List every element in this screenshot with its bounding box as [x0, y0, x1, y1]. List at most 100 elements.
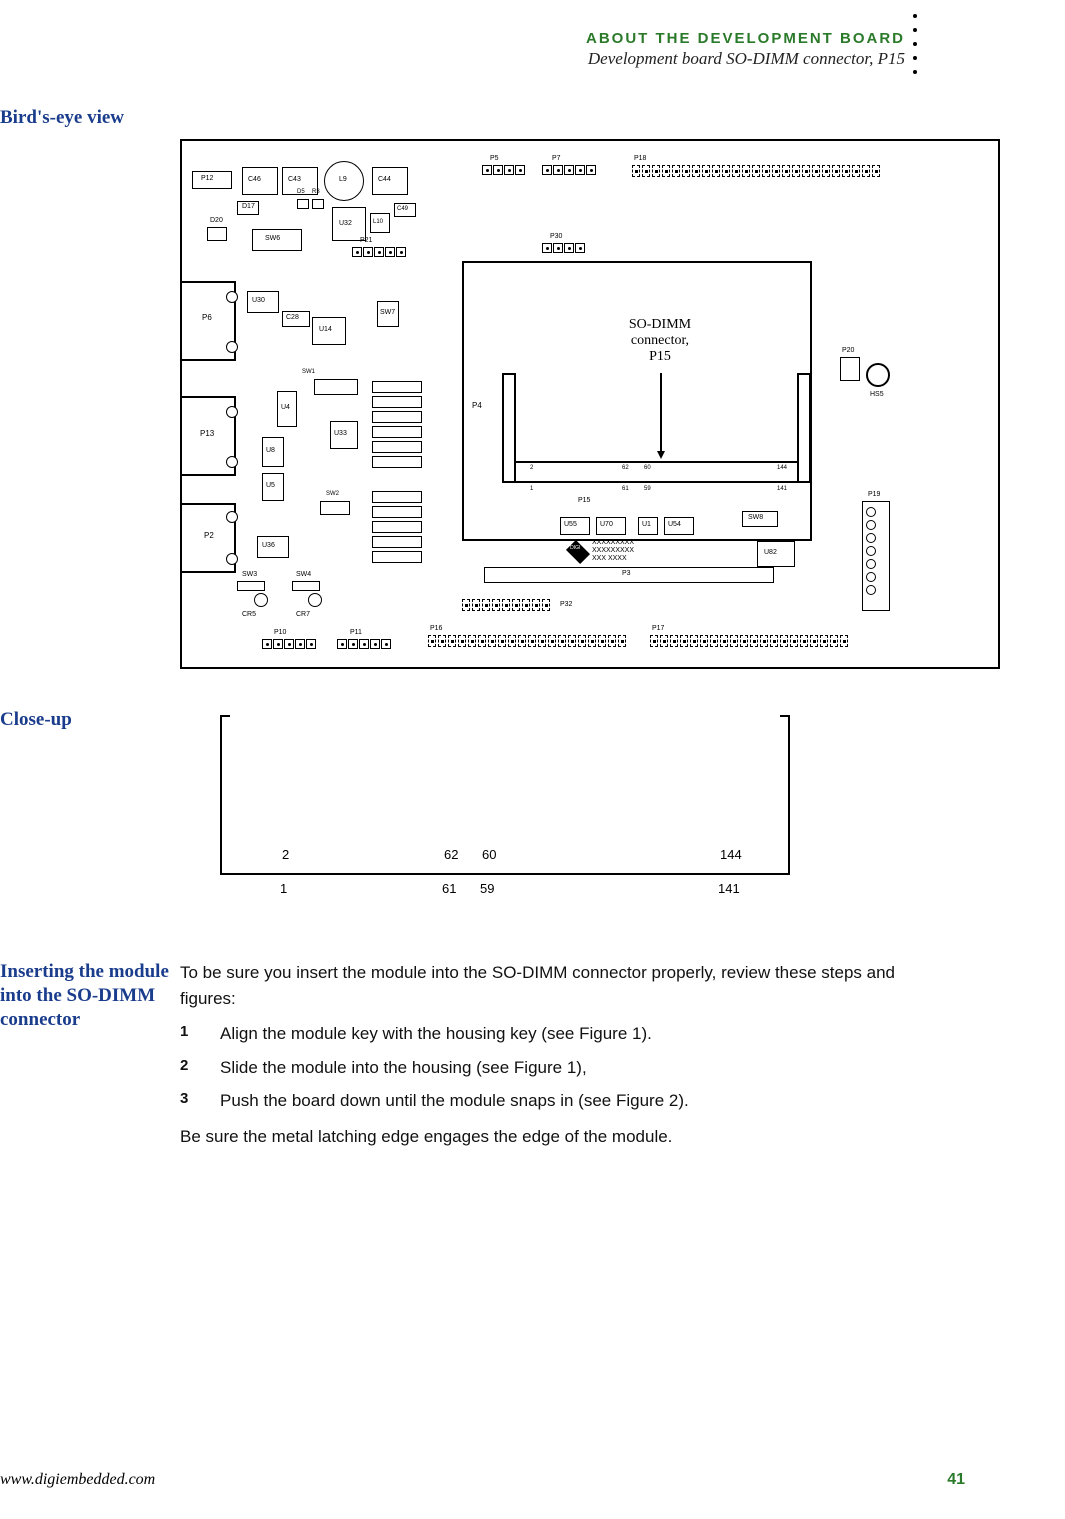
- ref-cr5: CR5: [242, 611, 256, 618]
- step-text: Slide the module into the housing (see F…: [220, 1055, 925, 1081]
- step-2: 2Slide the module into the housing (see …: [180, 1055, 925, 1081]
- ref-p3: P3: [622, 570, 631, 577]
- ref-u70: U70: [600, 521, 613, 528]
- step-3: 3Push the board down until the module sn…: [180, 1088, 925, 1114]
- ref-sw6: SW6: [265, 235, 280, 242]
- ref-p10: P10: [274, 629, 286, 636]
- ref-l9: L9: [339, 176, 347, 183]
- ref-r3: R3: [312, 189, 320, 195]
- ref-c49: C49: [397, 206, 408, 212]
- pin-59: 59: [644, 486, 651, 492]
- ref-p32: P32: [560, 601, 572, 608]
- ref-sw7: SW7: [380, 309, 395, 316]
- ref-p16: P16: [430, 625, 442, 632]
- ref-p13: P13: [200, 429, 214, 438]
- ref-u33: U33: [334, 430, 347, 437]
- ref-u32: U32: [339, 220, 352, 227]
- ref-d5: D5: [297, 189, 305, 195]
- logo-line-c: XXX XXXX: [592, 555, 634, 563]
- ref-c46: C46: [248, 176, 261, 183]
- ref-p21: P21: [360, 237, 372, 244]
- ref-c44: C44: [378, 176, 391, 183]
- section-birds-eye: Bird's-eye view: [0, 107, 1005, 129]
- running-head-subtitle: Development board SO-DIMM connector, P15: [0, 49, 905, 69]
- pin-62: 62: [622, 465, 629, 471]
- callout-line2: connector,: [610, 333, 710, 349]
- sodimm-callout: SO-DIMM connector, P15: [610, 317, 710, 365]
- birds-eye-figure: P12 P6 P13 P2 C46 C43 L9 C44 D17 D20 SW6…: [180, 139, 1000, 669]
- ref-u4: U4: [281, 404, 290, 411]
- closeup-59: 59: [480, 881, 494, 896]
- ref-l10: L10: [373, 219, 383, 225]
- closeup-141: 141: [718, 881, 740, 896]
- step-text: Push the board down until the module sna…: [220, 1088, 925, 1114]
- ref-u1: U1: [642, 521, 651, 528]
- ref-u54: U54: [668, 521, 681, 528]
- step-num: 3: [180, 1088, 220, 1114]
- footer-page: 41: [947, 1471, 965, 1489]
- step-num: 2: [180, 1055, 220, 1081]
- ref-p5: P5: [490, 155, 499, 162]
- ref-sw8: SW8: [748, 514, 763, 521]
- closeup-62: 62: [444, 847, 458, 862]
- closeup-144: 144: [720, 847, 742, 862]
- callout-line3: P15: [610, 349, 710, 365]
- pin-144: 144: [777, 465, 787, 471]
- ref-u36: U36: [262, 542, 275, 549]
- ref-p7: P7: [552, 155, 561, 162]
- running-head-title: ABOUT THE DEVELOPMENT BOARD: [0, 30, 905, 47]
- ref-p30: P30: [550, 233, 562, 240]
- ref-sw2: SW2: [326, 491, 339, 497]
- ref-sw1: SW1: [302, 369, 315, 375]
- ref-p20: P20: [842, 347, 854, 354]
- ref-c43: C43: [288, 176, 301, 183]
- closeup-1: 1: [280, 881, 287, 896]
- step-1: 1Align the module key with the housing k…: [180, 1021, 925, 1047]
- ref-c28: C28: [286, 314, 299, 321]
- step-num: 1: [180, 1021, 220, 1047]
- step-text: Align the module key with the housing ke…: [220, 1021, 925, 1047]
- ref-sw4: SW4: [296, 571, 311, 578]
- ref-u14: U14: [319, 326, 332, 333]
- ref-u30: U30: [252, 297, 265, 304]
- ref-p11: P11: [350, 629, 362, 636]
- logo-line-a: XXXXXXXXX: [592, 539, 634, 547]
- inserting-intro: To be sure you insert the module into th…: [180, 960, 925, 1011]
- ref-d20: D20: [210, 217, 223, 224]
- ref-p18: P18: [634, 155, 646, 162]
- ref-p15: P15: [578, 497, 590, 504]
- ref-p19: P19: [868, 491, 880, 498]
- ref-cr7: CR7: [296, 611, 310, 618]
- decorative-dots: [913, 14, 917, 74]
- logo-line-b: XXXXXXXXX: [592, 547, 634, 555]
- section-inserting: Inserting the module into the SO-DIMM co…: [0, 960, 180, 1149]
- ref-sw3: SW3: [242, 571, 257, 578]
- footer-url: www.digiembedded.com: [0, 1471, 155, 1489]
- pin-2: 2: [530, 465, 533, 471]
- ref-u5: U5: [266, 482, 275, 489]
- ref-p4: P4: [472, 401, 482, 410]
- ref-u8: U8: [266, 447, 275, 454]
- pin-61: 61: [622, 486, 629, 492]
- inserting-steps: 1Align the module key with the housing k…: [180, 1021, 925, 1114]
- callout-arrow: [660, 373, 665, 459]
- ref-p6: P6: [202, 313, 212, 322]
- pin-60: 60: [644, 465, 651, 471]
- ref-u55: U55: [564, 521, 577, 528]
- pin-141: 141: [777, 486, 787, 492]
- digi-logo-icon: [566, 540, 590, 564]
- ref-d17: D17: [242, 203, 255, 210]
- closeup-61: 61: [442, 881, 456, 896]
- closeup-60: 60: [482, 847, 496, 862]
- footer: www.digiembedded.com 41: [0, 1471, 1065, 1489]
- ref-u82: U82: [764, 549, 777, 556]
- pin-1: 1: [530, 486, 533, 492]
- ref-hs5: HS5: [870, 391, 884, 398]
- closeup-2: 2: [282, 847, 289, 862]
- ref-p17: P17: [652, 625, 664, 632]
- ref-p12: P12: [201, 175, 213, 182]
- inserting-outro: Be sure the metal latching edge engages …: [180, 1124, 925, 1150]
- close-up-figure: 2 62 60 144 1 61 59 141: [220, 715, 790, 905]
- callout-line1: SO-DIMM: [610, 317, 710, 333]
- running-head: ABOUT THE DEVELOPMENT BOARD Development …: [0, 30, 1005, 69]
